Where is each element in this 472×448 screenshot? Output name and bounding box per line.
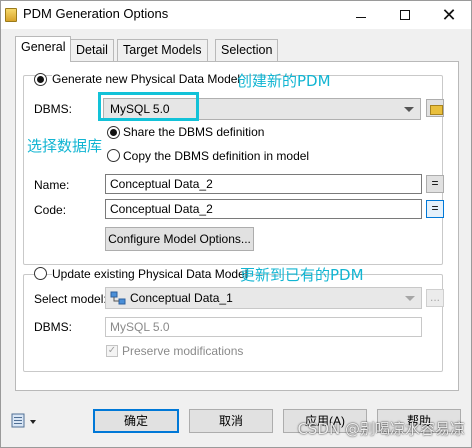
update-dbms-field[interactable]: MySQL 5.0 bbox=[105, 317, 422, 337]
generate-new-radio[interactable] bbox=[34, 73, 47, 86]
share-dbms-radio[interactable] bbox=[107, 126, 120, 139]
name-equal-button[interactable]: = bbox=[426, 175, 444, 193]
annotation-create-new: 创建新的PDM bbox=[237, 72, 331, 90]
tab-general[interactable]: General bbox=[15, 36, 72, 62]
title-bar: PDM Generation Options ✕ bbox=[1, 1, 471, 29]
chevron-down-icon bbox=[404, 107, 414, 112]
close-button[interactable]: ✕ bbox=[427, 1, 471, 29]
pdm-generation-dialog: PDM Generation Options ✕ General Detail … bbox=[0, 0, 472, 448]
csdn-watermark: CSDN @别喝凉水容易凉 bbox=[297, 420, 465, 438]
name-field[interactable]: Conceptual Data_2 bbox=[105, 174, 422, 194]
maximize-icon bbox=[400, 10, 410, 20]
share-dbms-label: Share the DBMS definition bbox=[123, 125, 265, 139]
model-icon bbox=[110, 291, 126, 305]
update-existing-label: Update existing Physical Data Model bbox=[52, 267, 251, 281]
minimize-button[interactable] bbox=[339, 1, 383, 29]
tab-selection[interactable]: Selection bbox=[215, 39, 279, 61]
select-model-label: Select model: bbox=[34, 292, 107, 306]
update-dbms-label: DBMS: bbox=[34, 320, 73, 334]
select-model-combo[interactable]: Conceptual Data_1 bbox=[105, 287, 422, 309]
maximize-button[interactable] bbox=[383, 1, 427, 29]
chevron-down-icon bbox=[405, 296, 415, 301]
configure-model-options-button[interactable]: Configure Model Options... bbox=[105, 227, 254, 251]
name-label: Name: bbox=[34, 178, 70, 192]
code-label: Code: bbox=[34, 203, 67, 217]
annotation-select-db: 选择数据库 bbox=[27, 137, 103, 155]
tab-target-models[interactable]: Target Models bbox=[117, 39, 208, 61]
annotation-update-existing: 更新到已有的PDM bbox=[240, 266, 364, 284]
preserve-modifications-checkbox[interactable]: ✓ bbox=[106, 345, 118, 357]
close-icon: ✕ bbox=[441, 5, 457, 25]
code-equal-button[interactable]: = bbox=[426, 200, 444, 218]
window-title: PDM Generation Options bbox=[23, 6, 169, 21]
copy-dbms-label: Copy the DBMS definition in model bbox=[123, 149, 310, 163]
preserve-modifications-label: Preserve modifications bbox=[122, 344, 244, 358]
cancel-button[interactable]: 取消 bbox=[189, 409, 273, 433]
tab-detail[interactable]: Detail bbox=[70, 39, 114, 61]
select-model-value: Conceptual Data_1 bbox=[130, 291, 233, 305]
general-panel: Generate new Physical Data Model DBMS: M… bbox=[15, 61, 459, 391]
app-icon bbox=[5, 8, 17, 22]
ok-button[interactable]: 确定 bbox=[93, 409, 179, 433]
generate-new-label: Generate new Physical Data Model bbox=[52, 72, 244, 86]
folder-icon[interactable] bbox=[426, 99, 444, 117]
printer-icon[interactable] bbox=[11, 413, 39, 429]
copy-dbms-radio[interactable] bbox=[107, 149, 120, 162]
dbms-highlight-box bbox=[98, 92, 199, 121]
code-field[interactable]: Conceptual Data_2 bbox=[105, 199, 422, 219]
select-model-ellipsis-button[interactable]: ... bbox=[426, 289, 444, 307]
dbms-label: DBMS: bbox=[34, 102, 73, 116]
update-existing-radio[interactable] bbox=[34, 267, 47, 280]
minimize-icon bbox=[356, 16, 366, 18]
